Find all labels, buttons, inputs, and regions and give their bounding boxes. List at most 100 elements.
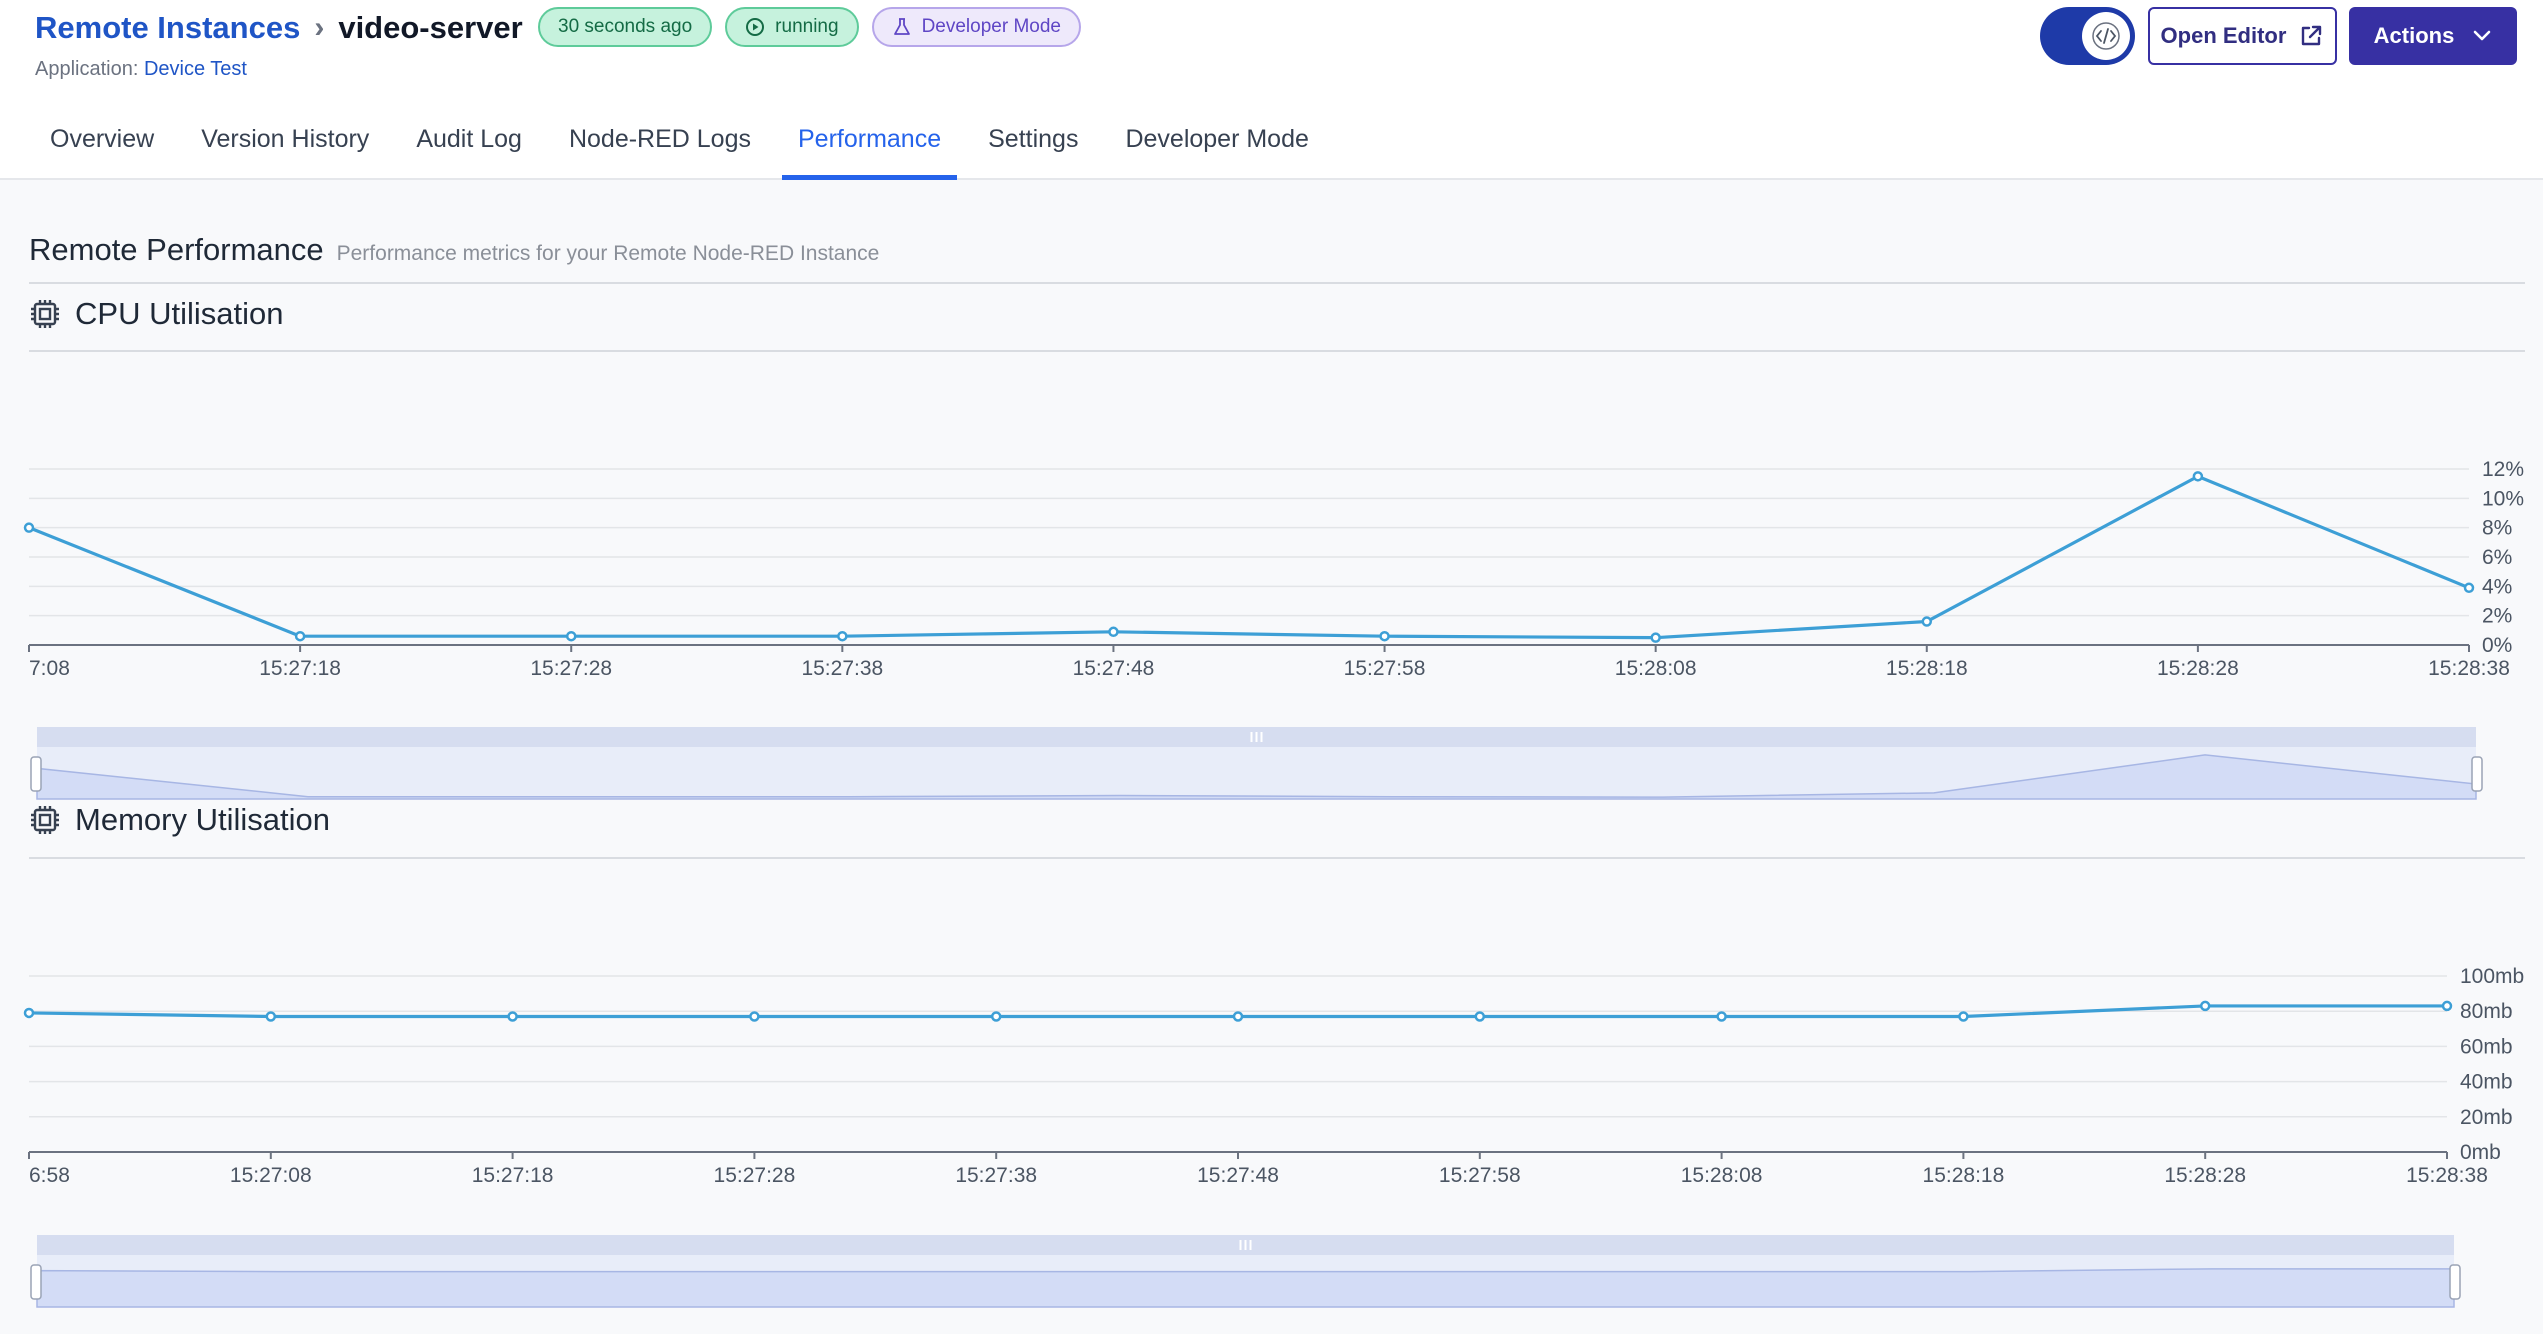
x-tick-label: 15:28:38 <box>2406 1164 2488 1187</box>
y-tick-label: 8% <box>2482 517 2512 540</box>
tab-developer-mode[interactable]: Developer Mode <box>1109 112 1324 178</box>
data-point <box>294 630 306 642</box>
x-tick-label: 15:28:18 <box>1923 1164 2005 1187</box>
zoom-handle-left <box>30 1264 42 1300</box>
y-tick-label: 2% <box>2482 605 2512 628</box>
actions-button[interactable]: Actions <box>2349 7 2517 65</box>
data-point <box>2199 1000 2211 1012</box>
editor-toggle[interactable] <box>2040 7 2135 65</box>
developer-mode-badge: Developer Mode <box>871 7 1081 47</box>
open-editor-label: Open Editor <box>2160 23 2287 48</box>
breadcrumb-remote-instances-link[interactable]: Remote Instances <box>35 10 300 46</box>
y-tick-label: 40mb <box>2460 1071 2513 1094</box>
chevron-right-icon: › <box>314 11 325 44</box>
divider <box>29 857 2525 859</box>
data-point <box>1379 630 1390 642</box>
x-tick-label: 15:27:28 <box>530 657 612 680</box>
x-tick-label: 15:28:28 <box>2157 657 2239 680</box>
cpu-section-header: CPU Utilisation <box>29 296 283 332</box>
zoom-grip <box>1255 732 1258 742</box>
application-link[interactable]: Device Test <box>144 58 247 80</box>
chevron-down-icon <box>2474 30 2491 41</box>
data-point <box>1921 616 1933 627</box>
y-tick-label: 12% <box>2482 458 2524 481</box>
chip-icon <box>31 300 59 328</box>
zoom-grip <box>1239 1240 1242 1250</box>
data-point <box>23 1007 35 1019</box>
x-tick-label: 15:28:18 <box>1886 657 1968 680</box>
external-link-icon <box>2302 25 2322 46</box>
data-point <box>749 1011 760 1022</box>
data-point <box>507 1011 518 1022</box>
application-label: Application: <box>35 58 139 80</box>
y-tick-label: 10% <box>2482 487 2524 510</box>
x-tick-label: 15:28:38 <box>2428 657 2510 680</box>
open-editor-button[interactable]: Open Editor <box>2148 7 2337 65</box>
x-tick-label: 15:27:48 <box>1197 1164 1279 1187</box>
data-point <box>565 630 577 642</box>
page-title: video-server <box>338 10 523 45</box>
application-line: Application: Device Test <box>35 58 247 81</box>
x-tick-label: 15:28:08 <box>1681 1164 1763 1187</box>
data-point <box>2463 582 2475 594</box>
developer-mode-label: Developer Mode <box>921 16 1061 37</box>
zoom-grip <box>1244 1240 1247 1250</box>
x-tick-label: 15:27:18 <box>259 657 341 680</box>
tab-performance[interactable]: Performance <box>781 112 958 180</box>
x-tick-label: 15:27:08 <box>230 1164 312 1187</box>
cpu-chart-title: CPU Utilisation <box>75 296 284 331</box>
data-point <box>2441 1000 2453 1012</box>
last-seen-label: 30 seconds ago <box>558 16 693 37</box>
data-point <box>1958 1011 1969 1022</box>
zoom-handle-right <box>2449 1264 2461 1300</box>
zoom-grip <box>1250 732 1253 742</box>
performance-subtitle: Performance metrics for your Remote Node… <box>336 242 880 265</box>
y-tick-label: 80mb <box>2460 1000 2513 1023</box>
instance-tabs: Overview Version History Audit Log Node-… <box>34 112 1340 180</box>
data-point <box>837 630 848 642</box>
y-tick-label: 0% <box>2482 634 2512 657</box>
zoom-grip <box>1260 732 1263 742</box>
cpu-utilisation-chart: 0% 2% 4% 6% 8% 10% 12% 7:08 15:27:18 15:27:28 15:2… <box>23 458 2524 800</box>
x-tick-label: 15:27:58 <box>1439 1164 1521 1187</box>
data-point <box>1474 1011 1486 1022</box>
tab-settings[interactable]: Settings <box>972 112 1094 178</box>
tab-audit-log[interactable]: Audit Log <box>400 112 538 178</box>
data-point <box>23 522 35 533</box>
divider <box>29 350 2525 352</box>
breadcrumb: Remote Instances › video-server <box>35 10 523 46</box>
x-tick-label: 15:27:38 <box>801 657 883 680</box>
y-tick-label: 0mb <box>2460 1141 2501 1164</box>
last-seen-badge: 30 seconds ago <box>538 7 713 47</box>
tab-node-red-logs[interactable]: Node-RED Logs <box>553 112 767 178</box>
y-tick-label: 100mb <box>2460 965 2524 988</box>
play-circle-icon <box>746 18 765 36</box>
status-label: running <box>775 16 839 37</box>
x-tick-label: 15:27:38 <box>955 1164 1037 1187</box>
data-point <box>990 1011 1002 1022</box>
zoom-handle-left <box>30 756 42 792</box>
data-point <box>1650 632 1661 643</box>
x-tick-label: 15:28:08 <box>1615 657 1697 680</box>
tab-overview[interactable]: Overview <box>34 112 170 178</box>
memory-chart-title: Memory Utilisation <box>75 802 330 837</box>
y-tick-label: 60mb <box>2460 1035 2513 1058</box>
y-tick-label: 6% <box>2482 546 2512 569</box>
x-tick-label: 15:27:48 <box>1073 657 1155 680</box>
x-tick-label: 15:27:58 <box>1344 657 1426 680</box>
data-point <box>1108 626 1119 638</box>
y-tick-label: 20mb <box>2460 1106 2513 1129</box>
zoom-handle-right <box>2471 756 2483 792</box>
memory-utilisation-chart: 0mb 20mb 40mb 60mb 80mb 100mb 6:58 15:27:08 15:2… <box>23 965 2524 1308</box>
x-tick-label: 15:27:18 <box>472 1164 554 1187</box>
zoom-grip <box>1249 1240 1252 1250</box>
status-badges: 30 seconds ago running Developer Mode <box>538 7 1081 47</box>
x-tick-label: 15:28:28 <box>2164 1164 2246 1187</box>
tab-version-history[interactable]: Version History <box>185 112 385 178</box>
data-point <box>265 1011 277 1022</box>
x-tick-label: 6:58 <box>29 1164 70 1187</box>
chip-icon <box>31 806 59 834</box>
actions-label: Actions <box>2373 23 2455 48</box>
status-badge: running <box>725 7 859 47</box>
data-point <box>2192 471 2204 482</box>
